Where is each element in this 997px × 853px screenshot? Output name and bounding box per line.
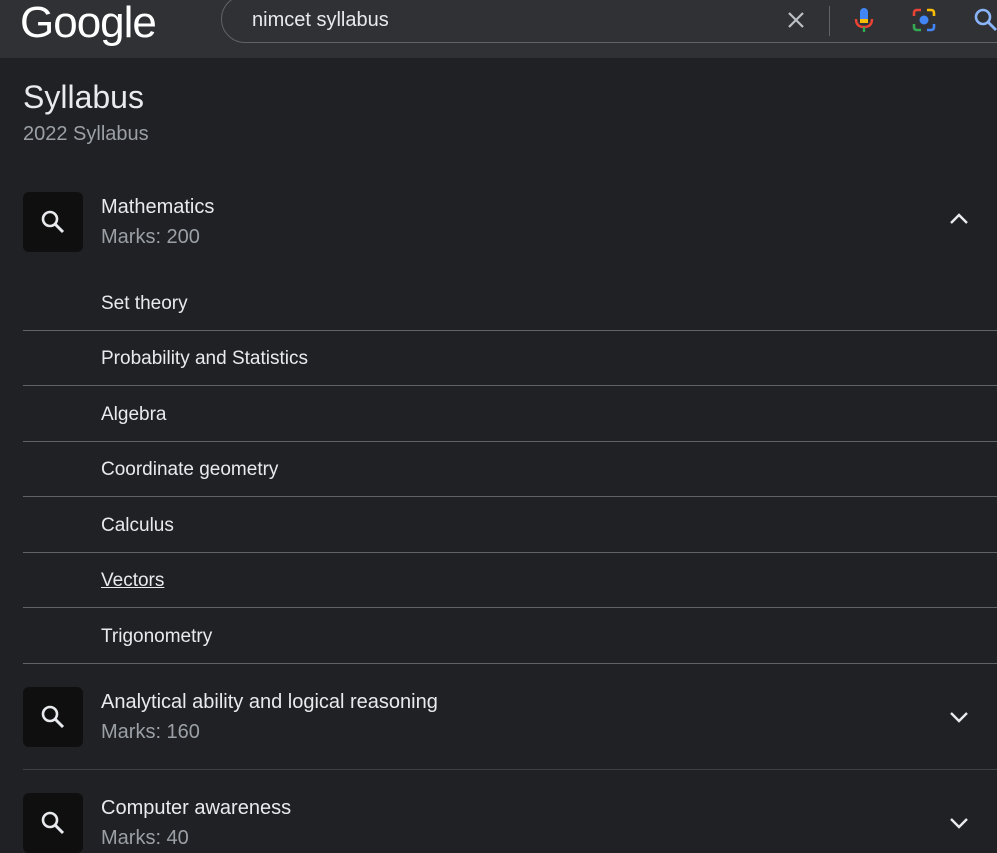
chevron-up-icon[interactable] — [946, 206, 972, 232]
topic-item[interactable]: Calculus — [23, 498, 997, 553]
panel-subtitle: 2022 Syllabus — [23, 123, 149, 145]
topic-label[interactable]: Probability and Statistics — [101, 348, 308, 370]
section-search-icon — [23, 192, 83, 252]
topic-item[interactable]: Vectors — [23, 553, 997, 608]
search-query-text[interactable]: nimcet syllabus — [252, 9, 389, 32]
chevron-down-icon[interactable] — [946, 704, 972, 730]
clear-icon[interactable] — [784, 8, 808, 32]
section-search-icon — [23, 793, 83, 853]
section-search-icon — [23, 687, 83, 747]
section-title-mathematics[interactable]: Mathematics — [101, 196, 214, 219]
topic-label[interactable]: Coordinate geometry — [101, 459, 278, 481]
google-lens-icon[interactable] — [910, 6, 938, 34]
topic-item[interactable]: Coordinate geometry — [23, 442, 997, 497]
section-marks-computer-awareness: Marks: 40 — [101, 827, 189, 849]
topic-item[interactable]: Trigonometry — [23, 609, 997, 664]
section-marks-analytical: Marks: 160 — [101, 721, 200, 743]
topic-item[interactable]: Set theory — [23, 276, 997, 331]
topic-item[interactable]: Probability and Statistics — [23, 331, 997, 386]
section-divider — [23, 769, 997, 770]
topic-label[interactable]: Calculus — [101, 515, 174, 537]
google-logo[interactable]: Google — [20, 0, 157, 48]
section-title-computer-awareness[interactable]: Computer awareness — [101, 797, 291, 820]
section-marks-mathematics: Marks: 200 — [101, 226, 200, 248]
chevron-down-icon[interactable] — [946, 810, 972, 836]
section-title-analytical[interactable]: Analytical ability and logical reasoning — [101, 691, 438, 714]
microphone-icon[interactable] — [852, 6, 876, 34]
topic-label[interactable]: Algebra — [101, 404, 167, 426]
search-header: Google nimcet syllabus — [0, 0, 997, 58]
search-divider — [829, 6, 830, 36]
topic-label[interactable]: Set theory — [101, 293, 188, 315]
search-icon[interactable] — [972, 6, 997, 34]
panel-title: Syllabus — [23, 79, 144, 115]
topic-item[interactable]: Algebra — [23, 387, 997, 442]
topic-label[interactable]: Trigonometry — [101, 626, 212, 648]
topic-link[interactable]: Vectors — [101, 570, 164, 592]
